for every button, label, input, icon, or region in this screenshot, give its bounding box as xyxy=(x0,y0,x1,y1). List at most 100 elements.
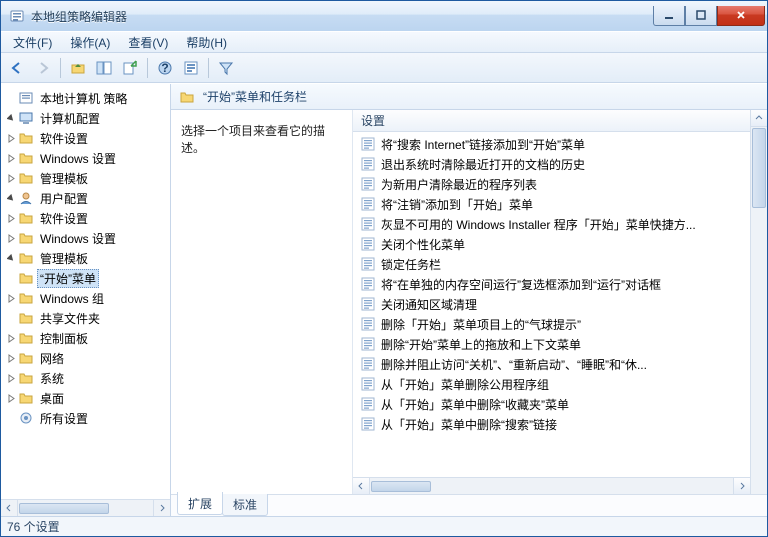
folder-icon xyxy=(18,390,34,406)
list-item-label: 删除并阻止访问“关机”、“重新启动”、“睡眠”和“休... xyxy=(381,356,647,373)
scroll-left-icon[interactable] xyxy=(353,478,370,494)
menu-file[interactable]: 文件(F) xyxy=(5,32,60,53)
tree-u-windows[interactable]: Windows 设置 xyxy=(5,228,171,248)
list-item[interactable]: 从「开始」菜单中删除“搜索”链接 xyxy=(353,414,750,434)
policy-item-icon xyxy=(361,317,375,331)
expand-icon[interactable] xyxy=(5,132,17,144)
policy-item-icon xyxy=(361,137,375,151)
settings-icon xyxy=(18,410,34,426)
scroll-right-icon[interactable] xyxy=(733,478,750,494)
filter-button[interactable] xyxy=(214,56,238,80)
list-item[interactable]: 删除「开始」菜单项目上的“气球提示” xyxy=(353,314,750,334)
list-header-label: 设置 xyxy=(361,112,385,129)
export-button[interactable] xyxy=(118,56,142,80)
tree-root[interactable]: 本地计算机 策略 xyxy=(5,88,171,108)
tree-u-admin[interactable]: 管理模板 xyxy=(5,248,171,268)
vertical-scrollbar[interactable] xyxy=(750,110,767,494)
expand-icon[interactable] xyxy=(5,372,17,384)
list-item[interactable]: 退出系统时清除最近打开的文档的历史 xyxy=(353,154,750,174)
list-item[interactable]: 将“在单独的内存空间运行”复选框添加到“运行”对话框 xyxy=(353,274,750,294)
tree-user-config[interactable]: 用户配置 xyxy=(5,188,171,208)
tree-shared-folders[interactable]: 共享文件夹 xyxy=(5,308,171,328)
nav-tree[interactable]: 本地计算机 策略 计算机配置 软件设置 Windows 设置 xyxy=(1,84,171,499)
tree-hscrollbar[interactable] xyxy=(1,499,170,516)
properties-button[interactable] xyxy=(179,56,203,80)
maximize-button[interactable] xyxy=(685,6,717,26)
expand-icon[interactable] xyxy=(5,232,17,244)
menu-action[interactable]: 操作(A) xyxy=(62,32,118,53)
tree-network[interactable]: 网络 xyxy=(5,348,171,368)
settings-list-wrap: 设置 将“搜索 Internet”链接添加到“开始”菜单退出系统时清除最近打开的… xyxy=(353,110,767,494)
scroll-thumb[interactable] xyxy=(371,481,431,492)
list-item[interactable]: 删除“开始”菜单上的拖放和上下文菜单 xyxy=(353,334,750,354)
list-header[interactable]: 设置 xyxy=(353,110,767,132)
folder-icon xyxy=(18,310,34,326)
list-item[interactable]: 灰显不可用的 Windows Installer 程序「开始」菜单快捷方... xyxy=(353,214,750,234)
expand-icon[interactable] xyxy=(5,332,17,344)
tree-c-admin[interactable]: 管理模板 xyxy=(5,168,171,188)
up-button[interactable] xyxy=(66,56,90,80)
menu-view[interactable]: 查看(V) xyxy=(120,32,176,53)
menu-help[interactable]: 帮助(H) xyxy=(178,32,235,53)
expand-icon[interactable] xyxy=(5,212,17,224)
show-hide-tree-button[interactable] xyxy=(92,56,116,80)
policy-item-icon xyxy=(361,297,375,311)
list-item[interactable]: 将“注销”添加到「开始」菜单 xyxy=(353,194,750,214)
folder-icon xyxy=(18,230,34,246)
policy-item-icon xyxy=(361,337,375,351)
title-bar[interactable]: 本地组策略编辑器 xyxy=(1,1,767,31)
list-item[interactable]: 关闭通知区域清理 xyxy=(353,294,750,314)
menu-bar: 文件(F) 操作(A) 查看(V) 帮助(H) xyxy=(1,31,767,53)
tree-control-panel[interactable]: 控制面板 xyxy=(5,328,171,348)
list-item[interactable]: 关闭个性化菜单 xyxy=(353,234,750,254)
tree-system[interactable]: 系统 xyxy=(5,368,171,388)
tree-u-software[interactable]: 软件设置 xyxy=(5,208,171,228)
status-bar: 76 个设置 xyxy=(1,516,767,536)
list-item-label: 从「开始」菜单删除公用程序组 xyxy=(381,376,549,393)
tree-desktop[interactable]: 桌面 xyxy=(5,388,171,408)
detail-panel: “开始”菜单和任务栏 选择一个项目来查看它的描述。 设置 将“搜索 Intern… xyxy=(171,84,767,516)
collapse-icon[interactable] xyxy=(5,112,17,124)
collapse-icon[interactable] xyxy=(5,192,17,204)
expand-icon[interactable] xyxy=(5,352,17,364)
list-item[interactable]: 从「开始」菜单删除公用程序组 xyxy=(353,374,750,394)
scroll-up-icon[interactable] xyxy=(751,110,767,127)
horizontal-scrollbar[interactable] xyxy=(353,477,750,494)
policy-item-icon xyxy=(361,237,375,251)
list-item[interactable]: 从「开始」菜单中删除“收藏夹”菜单 xyxy=(353,394,750,414)
expand-icon[interactable] xyxy=(5,292,17,304)
list-item[interactable]: 为新用户清除最近的程序列表 xyxy=(353,174,750,194)
policy-item-icon xyxy=(361,257,375,271)
list-item[interactable]: 删除并阻止访问“关机”、“重新启动”、“睡眠”和“休... xyxy=(353,354,750,374)
forward-button[interactable] xyxy=(31,56,55,80)
tree-start-menu[interactable]: “开始”菜单 xyxy=(5,268,171,288)
list-item-label: 从「开始」菜单中删除“搜索”链接 xyxy=(381,416,557,433)
tree-computer-config[interactable]: 计算机配置 xyxy=(5,108,171,128)
policy-item-icon xyxy=(361,177,375,191)
list-item[interactable]: 锁定任务栏 xyxy=(353,254,750,274)
tree-all-settings[interactable]: 所有设置 xyxy=(5,408,171,428)
scroll-thumb[interactable] xyxy=(752,128,766,208)
folder-icon xyxy=(18,330,34,346)
settings-list[interactable]: 将“搜索 Internet”链接添加到“开始”菜单退出系统时清除最近打开的文档的… xyxy=(353,132,750,477)
tab-extended[interactable]: 扩展 xyxy=(177,492,223,515)
tree-c-windows[interactable]: Windows 设置 xyxy=(5,148,171,168)
close-button[interactable] xyxy=(717,6,765,26)
policy-item-icon xyxy=(361,377,375,391)
collapse-icon[interactable] xyxy=(5,252,17,264)
expand-icon[interactable] xyxy=(5,172,17,184)
list-item[interactable]: 将“搜索 Internet”链接添加到“开始”菜单 xyxy=(353,134,750,154)
tree-c-software[interactable]: 软件设置 xyxy=(5,128,171,148)
expand-icon[interactable] xyxy=(5,392,17,404)
description-pane: 选择一个项目来查看它的描述。 xyxy=(171,110,353,494)
minimize-button[interactable] xyxy=(653,6,685,26)
tab-standard[interactable]: 标准 xyxy=(222,494,268,516)
policy-item-icon xyxy=(361,397,375,411)
window-title: 本地组策略编辑器 xyxy=(31,8,127,25)
tree-win-components[interactable]: Windows 组 xyxy=(5,288,171,308)
list-item-label: 退出系统时清除最近打开的文档的历史 xyxy=(381,156,585,173)
back-button[interactable] xyxy=(5,56,29,80)
help-button[interactable]: ? xyxy=(153,56,177,80)
expand-icon[interactable] xyxy=(5,152,17,164)
folder-icon xyxy=(18,370,34,386)
